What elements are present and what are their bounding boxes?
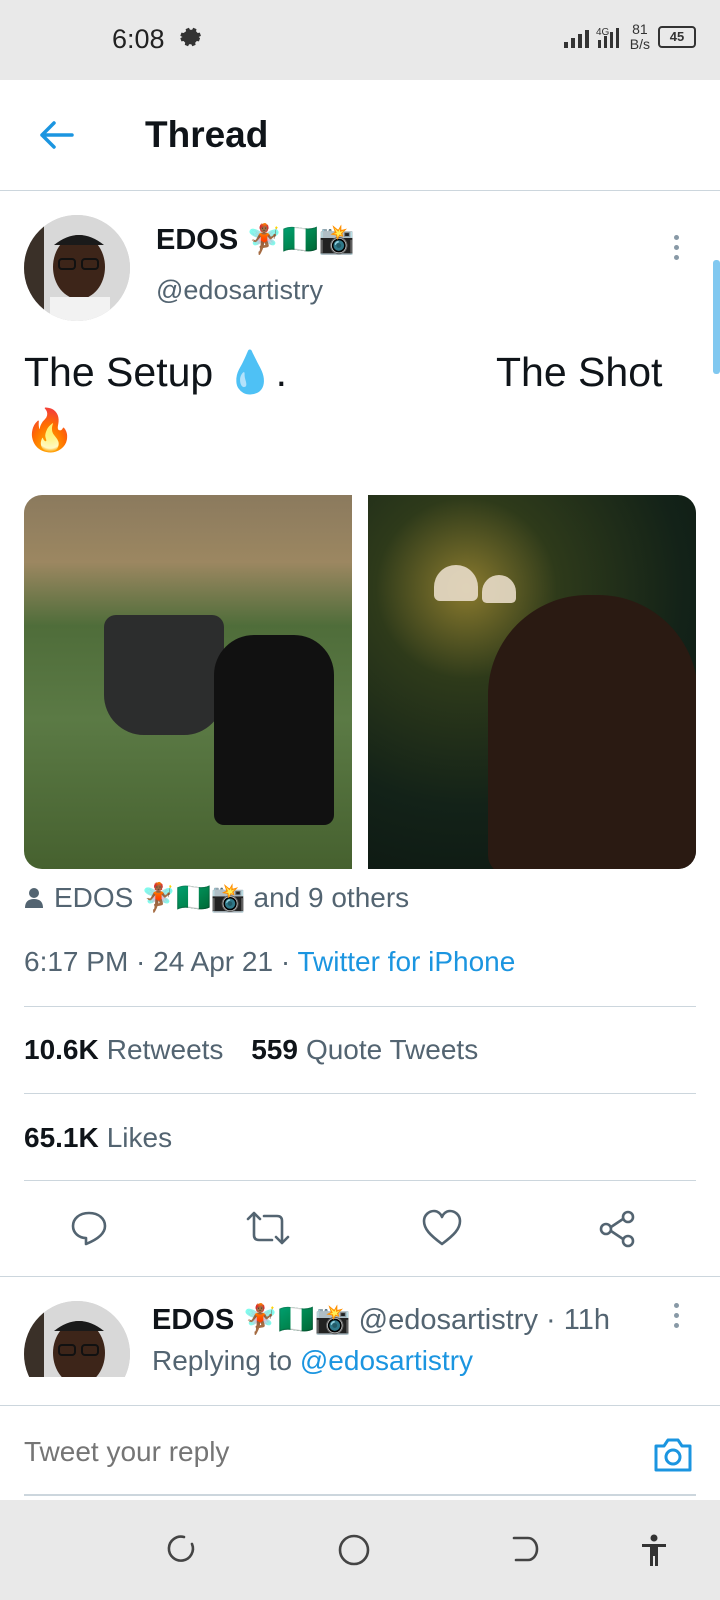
likes-label: Likes	[106, 1122, 173, 1153]
avatar[interactable]	[24, 1301, 130, 1377]
system-nav-bar	[0, 1500, 720, 1600]
tweet-text: The Setup 💧. The Shot 🔥	[24, 343, 704, 459]
status-indicators: 4G 81 B/s 45	[562, 22, 696, 52]
author-name[interactable]: EDOS 🧚🏾🇳🇬📸	[156, 223, 355, 257]
accessibility-icon[interactable]	[640, 1534, 668, 1573]
share-icon[interactable]	[598, 1209, 638, 1249]
page-title: Thread	[145, 114, 269, 155]
replying-to: Replying to @edosartistry	[152, 1345, 473, 1377]
reply-input[interactable]	[24, 1436, 584, 1468]
tweet-actions	[0, 1191, 720, 1271]
retweets-stat[interactable]: 10.6K Retweets	[24, 1034, 223, 1065]
divider	[24, 1093, 696, 1094]
reply-tweet[interactable]: EDOS 🧚🏾🇳🇬📸 @edosartistry · 11h Replying …	[0, 1276, 720, 1377]
tweet-meta: 6:17 PM · 24 Apr 21 · Twitter for iPhone	[24, 946, 516, 977]
retweeted-by-text: EDOS 🧚🏾🇳🇬📸 and 9 others	[54, 882, 410, 913]
stats-row: 10.6K Retweets 559 Quote Tweets	[24, 1034, 478, 1066]
tweet-source-link[interactable]: Twitter for iPhone	[297, 946, 515, 977]
photo-jellyfish	[482, 575, 516, 603]
tweet-text-line2: 🔥	[24, 407, 76, 453]
avatar[interactable]	[24, 215, 130, 321]
tweet-time: 6:17 PM	[24, 946, 129, 977]
replying-prefix: Replying to	[152, 1345, 293, 1376]
battery-icon: 45	[658, 26, 696, 48]
retweets-label: Retweets	[106, 1034, 224, 1065]
media-photo-shot[interactable]	[368, 495, 696, 869]
reply-composer	[0, 1405, 720, 1501]
like-heart-icon[interactable]	[422, 1209, 462, 1249]
tweet-text-left: The Setup 💧.	[24, 349, 288, 395]
reply-icon[interactable]	[70, 1209, 110, 1249]
scrollbar[interactable]	[713, 260, 720, 374]
back-nav-icon[interactable]	[510, 1534, 540, 1569]
status-bar: 6:08 4G 81 B/s 45	[0, 0, 720, 80]
input-underline	[24, 1494, 696, 1496]
likes-stat[interactable]: 65.1K Likes	[24, 1122, 172, 1154]
divider	[24, 1006, 696, 1007]
gear-icon	[176, 24, 202, 55]
recents-icon[interactable]	[166, 1534, 196, 1569]
status-time: 6:08	[112, 24, 165, 54]
retweeted-by[interactable]: EDOS 🧚🏾🇳🇬📸 and 9 others	[24, 881, 409, 914]
quotes-label: Quote Tweets	[305, 1034, 479, 1065]
tweet-date: 24 Apr 21	[153, 946, 274, 977]
reply-author-name: EDOS 🧚🏾🇳🇬📸	[152, 1304, 351, 1336]
signal-icon: 4G	[563, 27, 619, 48]
quotes-count: 559	[251, 1034, 298, 1065]
likes-count: 65.1K	[24, 1122, 99, 1153]
reply-author[interactable]: EDOS 🧚🏾🇳🇬📸 @edosartistry · 11h	[152, 1303, 610, 1337]
photo-pot	[104, 615, 224, 735]
back-arrow-icon[interactable]	[38, 120, 74, 155]
quotes-stat[interactable]: 559 Quote Tweets	[251, 1034, 478, 1065]
more-options-icon[interactable]	[672, 235, 680, 261]
replying-handle-link[interactable]: @edosartistry	[300, 1345, 473, 1376]
network-speed: 81 B/s	[629, 21, 650, 52]
author-handle[interactable]: @edosartistry	[156, 275, 323, 306]
media-photo-setup[interactable]	[24, 495, 352, 869]
reply-handle-time: @edosartistry · 11h	[358, 1304, 610, 1336]
person-icon	[25, 887, 43, 908]
photo-jellyfish	[434, 565, 478, 601]
retweets-count: 10.6K	[24, 1034, 99, 1065]
camera-icon[interactable]	[652, 1436, 694, 1479]
photo-photographer	[214, 635, 334, 825]
tweet-text-right: The Shot	[496, 349, 663, 395]
app-bar: Thread	[0, 80, 720, 191]
photo-girl	[488, 595, 696, 869]
tweet-media	[24, 495, 696, 869]
network-type: 4G	[596, 27, 610, 38]
retweet-icon[interactable]	[246, 1209, 290, 1249]
more-options-icon[interactable]	[672, 1303, 680, 1329]
home-icon[interactable]	[338, 1534, 370, 1571]
divider	[24, 1180, 696, 1181]
